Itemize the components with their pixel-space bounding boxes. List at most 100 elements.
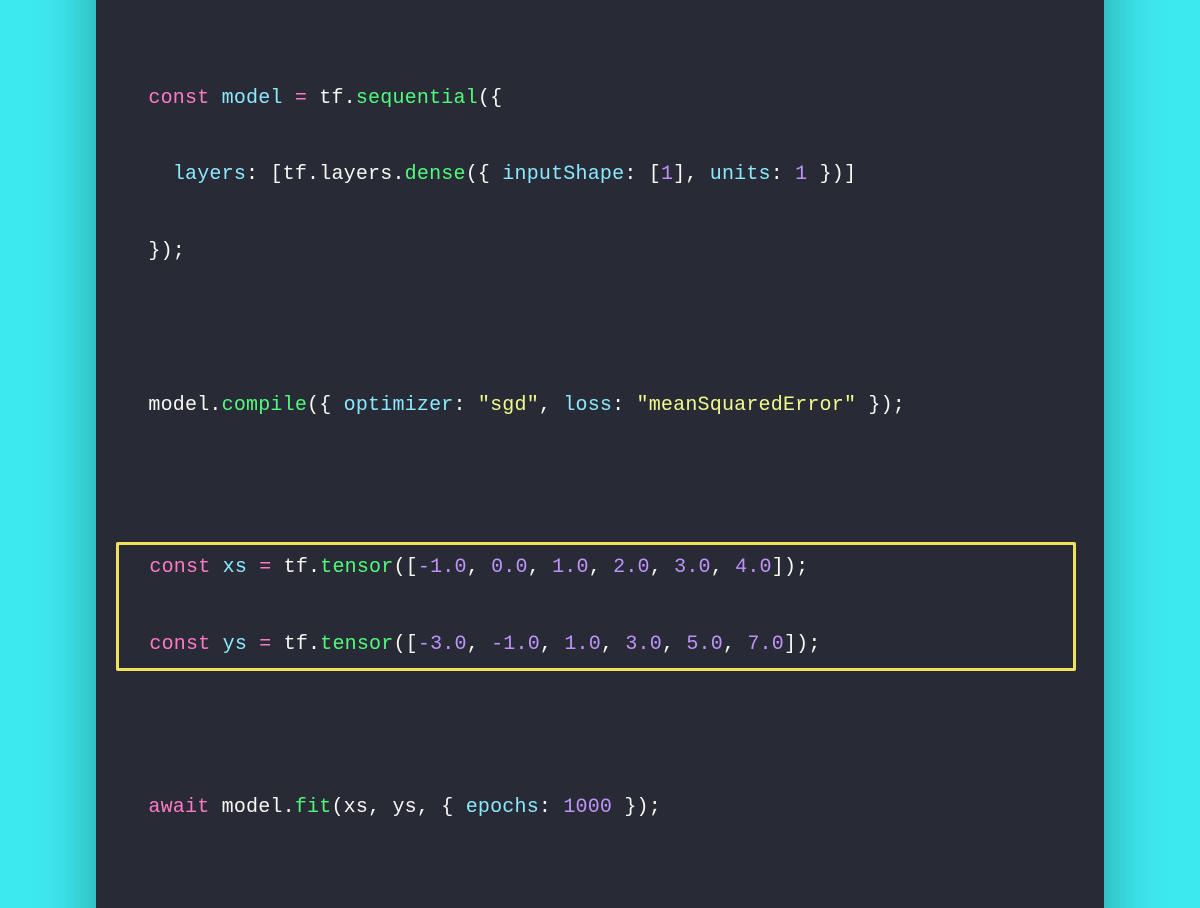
punct-rbracket-rparen-semi: ]);	[772, 556, 809, 579]
number-1: 1	[795, 163, 807, 186]
punct-comma: ,	[650, 556, 674, 579]
punct-rbrace: }	[612, 796, 636, 819]
number: 7.0	[747, 633, 784, 656]
code-line-blank	[124, 865, 1076, 903]
punct-rbracket-rparen-semi: ]);	[784, 633, 821, 656]
punct-comma: ,	[368, 796, 392, 819]
prop-layers: layers	[173, 163, 246, 186]
punct-rparen-semi: );	[637, 796, 661, 819]
punct-comma: ,	[539, 394, 551, 417]
code-line-7: });	[124, 233, 1076, 271]
number: 2.0	[613, 556, 650, 579]
punct-comma: ,	[467, 633, 491, 656]
string-mse: "meanSquaredError"	[637, 394, 857, 417]
prop-loss: loss	[563, 394, 612, 417]
identifier-model: model	[222, 796, 283, 819]
code-line-9: model.compile({ optimizer: "sgd", loss: …	[124, 387, 1076, 425]
code-line-blank	[124, 310, 1076, 348]
identifier-tf: tf	[284, 633, 308, 656]
punct-lbracket: [	[270, 163, 282, 186]
operator-equals: =	[259, 633, 271, 656]
punct-dot: .	[209, 394, 221, 417]
number: 1.0	[564, 633, 601, 656]
prop-units: units	[710, 163, 771, 186]
operator-equals: =	[259, 556, 271, 579]
code-line-11: const xs = tf.tensor([-1.0, 0.0, 1.0, 2.…	[125, 549, 1067, 587]
punct-lparen-lbrace: ({	[307, 394, 344, 417]
keyword-await: await	[148, 796, 209, 819]
punct-colon: :	[539, 796, 551, 819]
identifier-model: model	[148, 394, 209, 417]
function-fit: fit	[295, 796, 332, 819]
punct-comma: ,	[711, 556, 735, 579]
identifier-model: model	[222, 87, 283, 110]
number: 0.0	[491, 556, 528, 579]
punct-dot: .	[344, 87, 356, 110]
operator-equals: =	[295, 87, 307, 110]
number: 1.0	[552, 556, 589, 579]
function-sequential: sequential	[356, 87, 478, 110]
identifier-ys: ys	[223, 633, 247, 656]
string-sgd: "sgd"	[478, 394, 539, 417]
punct-colon: :	[624, 163, 636, 186]
punct-comma: ,	[528, 556, 552, 579]
punct-comma: ,	[601, 633, 625, 656]
keyword-const: const	[149, 556, 210, 579]
punct-rbracket: ]	[844, 163, 856, 186]
punct-colon: :	[771, 163, 783, 186]
number: -3.0	[418, 633, 467, 656]
code-line-12: const ys = tf.tensor([-3.0, -1.0, 1.0, 3…	[125, 626, 1067, 664]
page-background: const tf = require("@tensorflow/tfjs-nod…	[0, 0, 1200, 908]
identifier-xs: xs	[344, 796, 368, 819]
punct-comma: ,	[540, 633, 564, 656]
punct-lbracket: [	[649, 163, 661, 186]
function-dense: dense	[405, 163, 466, 186]
prop-inputshape: inputShape	[502, 163, 624, 186]
code-line-6: layers: [tf.layers.dense({ inputShape: […	[124, 156, 1076, 194]
punct-rbrace-rparen: })	[807, 163, 844, 186]
identifier-xs: xs	[223, 556, 247, 579]
number: -1.0	[491, 633, 540, 656]
punct-comma: ,	[467, 556, 491, 579]
code-line-5: const model = tf.sequential({	[124, 80, 1076, 118]
number-1000: 1000	[563, 796, 612, 819]
punct-lparen-lbrace: ({	[466, 163, 503, 186]
punct-dot: .	[308, 556, 320, 579]
keyword-const: const	[149, 633, 210, 656]
keyword-const: const	[148, 87, 209, 110]
punct-lparen-lbracket: ([	[393, 633, 417, 656]
number: -1.0	[418, 556, 467, 579]
punct-dot: .	[283, 796, 295, 819]
punct-comma: ,	[589, 556, 613, 579]
function-compile: compile	[222, 394, 307, 417]
punct-colon: :	[612, 394, 624, 417]
punct-colon: :	[246, 163, 258, 186]
punct-lparen-lbrace: ({	[478, 87, 502, 110]
code-line-blank	[124, 712, 1076, 750]
number: 5.0	[686, 633, 723, 656]
highlight-region: const xs = tf.tensor([-1.0, 0.0, 1.0, 2.…	[116, 542, 1076, 671]
code-area: const tf = require("@tensorflow/tfjs-nod…	[124, 0, 1076, 908]
number: 3.0	[625, 633, 662, 656]
function-tensor: tensor	[320, 633, 393, 656]
punct-lparen-lbracket: ([	[393, 556, 417, 579]
punct-lparen: (	[331, 796, 343, 819]
punct-dot: .	[392, 163, 404, 186]
number-1: 1	[661, 163, 673, 186]
punct-rbrace-rparen-semi: });	[148, 240, 185, 263]
number: 4.0	[735, 556, 772, 579]
identifier-layers: layers	[319, 163, 392, 186]
punct-dot: .	[307, 163, 319, 186]
punct-rbrace-rparen-semi: });	[856, 394, 905, 417]
identifier-ys: ys	[392, 796, 416, 819]
prop-epochs: epochs	[466, 796, 539, 819]
punct-lbrace: {	[441, 796, 465, 819]
punct-comma: ,	[685, 163, 697, 186]
code-line-14: await model.fit(xs, ys, { epochs: 1000 }…	[124, 789, 1076, 827]
punct-comma: ,	[662, 633, 686, 656]
identifier-tf: tf	[284, 556, 308, 579]
code-line-blank	[124, 3, 1076, 41]
function-tensor: tensor	[320, 556, 393, 579]
punct-dot: .	[308, 633, 320, 656]
punct-comma: ,	[723, 633, 747, 656]
